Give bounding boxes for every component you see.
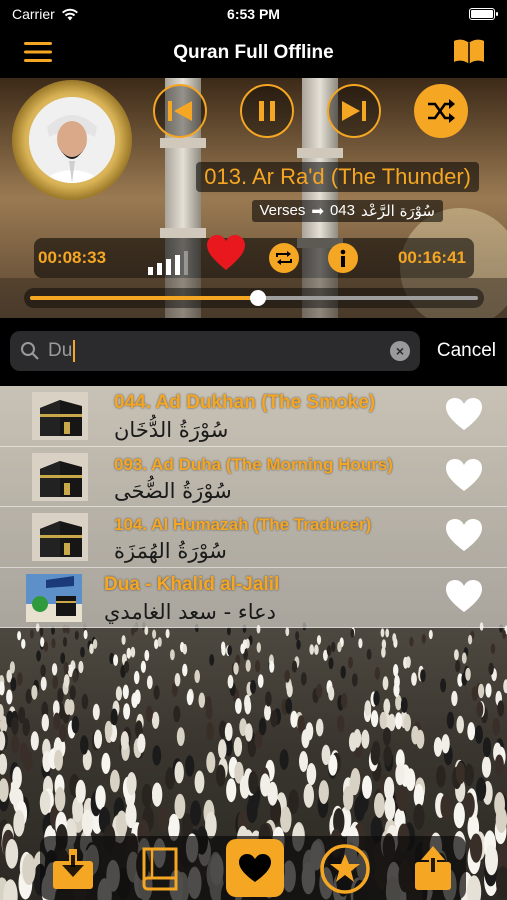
repeat-icon [276,251,292,265]
search-query: Du [48,340,73,361]
hamburger-menu-icon [24,42,52,62]
text-caret [73,339,76,362]
open-book-icon [454,39,484,64]
result-arabic: سُوْرَةُ الدُّخَان [114,418,229,442]
list-item[interactable]: 093. Ad Duha (The Morning Hours) سُوْرَة… [0,446,507,507]
favorites-heart-icon [239,854,271,882]
search-query-wrap: Du [48,339,76,362]
status-bar: Carrier 6:53 PM [0,0,507,28]
track-title: 013. Ar Ra'd (The Thunder) [196,162,479,192]
skip-forward-icon [342,101,366,121]
tab-rating[interactable] [318,842,372,896]
search-input[interactable]: Du × [10,331,420,371]
status-left: Carrier [12,6,79,22]
heart-outline-icon[interactable] [444,578,484,614]
result-arabic: دعاء - سعد الغامدي [104,599,276,624]
search-bar: Du × Cancel [0,318,507,386]
pause-icon [259,101,275,121]
skip-back-icon [168,101,192,121]
wifi-icon [61,8,78,20]
tab-favorites[interactable] [226,839,284,897]
mosque-icon [26,573,82,622]
kaaba-icon [32,392,88,440]
reciter-photo [29,97,115,183]
reciter-avatar[interactable] [12,80,132,200]
info-button[interactable] [328,243,358,273]
track-subtitle: Verses ➡ 043 سُوْرَة الرَّعْد [251,200,443,222]
heart-outline-icon[interactable] [444,396,484,432]
battery-icon [469,8,498,20]
share-icon [415,846,451,890]
surah-arabic-name: سُوْرَة الرَّعْد [360,202,435,220]
shuffle-icon [428,99,455,123]
playback-progress-slider[interactable] [24,288,484,308]
heart-outline-icon[interactable] [444,517,484,553]
search-icon [21,342,39,360]
result-title: 093. Ad Duha (The Morning Hours) [114,454,393,474]
favorite-heart-icon[interactable] [206,234,246,272]
cancel-button[interactable]: Cancel [437,340,496,362]
tab-quran-book[interactable] [134,842,188,896]
result-title: Dua - Khalid al-Jalil [104,573,280,595]
quran-book-button[interactable] [453,39,485,70]
volume-level-icon[interactable] [148,251,188,275]
search-results-list: 044. Ad Dukhan (The Smoke) سُوْرَةُ الدُ… [0,386,507,628]
playback-info-panel: 00:08:33 00:16:41 [34,235,474,278]
next-track-button[interactable] [327,84,381,138]
elapsed-time: 00:08:33 [38,248,107,267]
result-title: 044. Ad Dukhan (The Smoke) [114,392,376,413]
clear-search-button[interactable]: × [390,341,410,361]
result-arabic: سُوْرَةُ الهُمَزَة [114,539,227,563]
download-icon [53,849,93,889]
kaaba-icon [32,513,88,561]
menu-button[interactable] [24,40,52,69]
carrier-label: Carrier [12,6,55,22]
repeat-button[interactable] [269,243,299,273]
result-arabic: سُوْرَةُ الضُّحَى [114,478,232,503]
shuffle-button[interactable] [414,84,468,138]
clear-icon: × [395,343,405,359]
bottom-tab-bar [40,836,466,900]
page-title: Quran Full Offline [173,42,334,63]
kaaba-icon [32,452,88,501]
heart-outline-icon[interactable] [444,457,484,493]
reciter-portrait-icon [29,97,115,183]
progress-fill [30,296,259,300]
pause-button[interactable] [240,84,294,138]
list-item[interactable]: Dua - Khalid al-Jalil دعاء - سعد الغامدي [0,567,507,628]
total-time: 00:16:41 [397,248,466,267]
result-title: 104. Al Humazah (The Traducer) [114,515,372,534]
previous-track-button[interactable] [153,84,207,138]
tab-downloads[interactable] [46,842,100,896]
info-icon [340,249,346,267]
book-icon [142,847,178,891]
star-icon [320,844,370,894]
audio-player: 013. Ar Ra'd (The Thunder) Verses ➡ 043 … [0,78,507,318]
verses-count: 043 [329,202,355,219]
tab-share[interactable] [406,842,460,896]
verses-label: Verses [259,202,306,219]
list-item[interactable]: 104. Al Humazah (The Traducer) سُوْرَةُ … [0,507,507,568]
arrow-icon: ➡ [311,203,324,220]
progress-thumb[interactable] [250,290,267,306]
list-item[interactable]: 044. Ad Dukhan (The Smoke) سُوْرَةُ الدُ… [0,386,507,447]
nav-bar: Quran Full Offline [0,28,507,78]
progress-line [30,290,478,306]
